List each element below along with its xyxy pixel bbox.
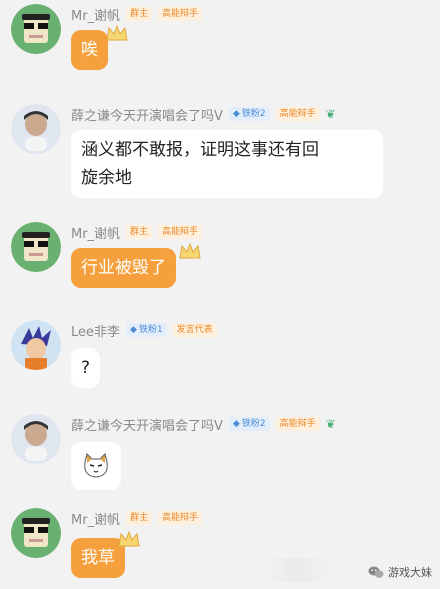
wechat-icon (368, 566, 384, 578)
owner-badge: 群主 (126, 511, 153, 525)
crown-icon (179, 242, 201, 259)
message-text: 我草 (81, 548, 115, 568)
owner-badge: 群主 (126, 7, 153, 21)
fan-badge: ◆ 铁粉2 (228, 107, 270, 121)
username[interactable]: Mr_谢帆 (71, 5, 120, 24)
username[interactable]: Lee非李 (71, 321, 120, 340)
fan-badge-label: 铁粉1 (138, 325, 163, 335)
crown-icon (106, 24, 128, 41)
sticker-bubble[interactable] (71, 442, 121, 490)
crown-icon (118, 530, 140, 547)
avatar[interactable] (11, 508, 61, 558)
message-bubble[interactable]: 行业被毁了 (71, 248, 176, 288)
watermark-text: 游戏大妹 (388, 566, 432, 579)
message-bubble[interactable]: ? (71, 348, 101, 388)
fan-badge: ◆ 铁粉1 (126, 323, 167, 337)
username[interactable]: 薛之谦今天开演唱会了吗V (71, 105, 223, 124)
message-text: 行业被毁了 (81, 258, 166, 278)
diamond-icon: ◆ (232, 419, 240, 429)
skill-badge: 高能辩手 (275, 417, 320, 431)
username[interactable]: Mr_谢帆 (71, 509, 120, 528)
rep-badge: 发言代表 (172, 323, 217, 337)
message-text: 唉 (81, 40, 98, 60)
message-text-line-2: 旋余地 (81, 168, 132, 188)
username[interactable]: 薛之谦今天开演唱会了吗V (71, 415, 223, 434)
avatar[interactable] (11, 104, 61, 154)
avatar[interactable] (11, 222, 61, 272)
fan-badge-label: 铁粉2 (241, 109, 266, 119)
cat-sticker-icon (84, 453, 108, 478)
diamond-icon: ◆ (232, 109, 240, 119)
owner-badge: 群主 (126, 225, 153, 239)
fan-badge-label: 铁粉2 (241, 419, 266, 429)
skill-badge: 高能辩手 (275, 107, 320, 121)
avatar[interactable] (11, 4, 61, 54)
username[interactable]: Mr_谢帆 (71, 223, 120, 242)
watermark: 游戏大妹 (368, 564, 432, 580)
message-bubble[interactable]: 涵义都不敢报，证明这事还有回 旋余地 (71, 130, 383, 198)
fan-badge: ◆ 铁粉2 (228, 417, 270, 431)
leaf-icon: ❦ (325, 417, 336, 431)
message-text-line-1: 涵义都不敢报，证明这事还有回 (81, 140, 319, 160)
skill-badge: 高能辩手 (158, 225, 203, 239)
leaf-icon: ❦ (325, 107, 336, 121)
avatar[interactable] (11, 414, 61, 464)
blurred-area (262, 558, 332, 582)
message-text: ? (81, 358, 91, 378)
skill-badge: 高能辩手 (158, 511, 203, 525)
skill-badge: 高能辩手 (158, 7, 203, 21)
diamond-icon: ◆ (130, 325, 137, 335)
avatar[interactable] (11, 320, 61, 370)
message-bubble[interactable]: 唉 (71, 30, 108, 70)
